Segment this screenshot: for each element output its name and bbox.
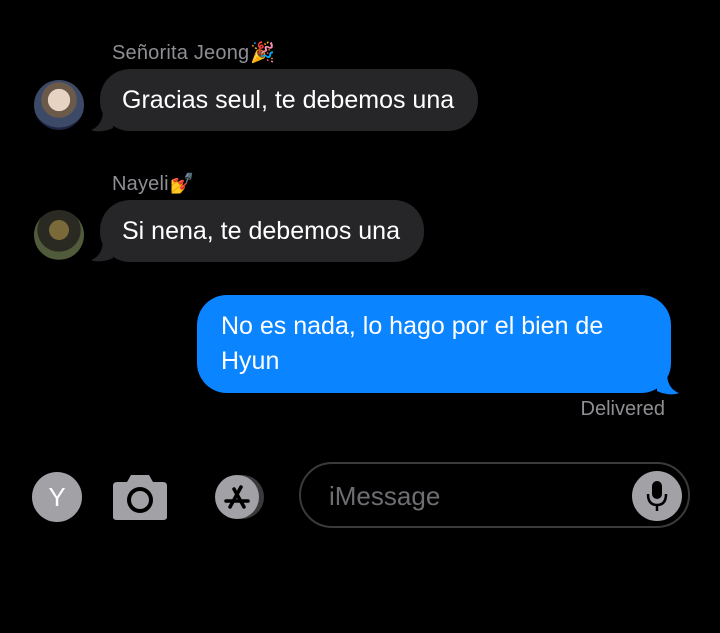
sender-name-text: Señorita Jeong [112, 42, 250, 64]
input-placeholder: iMessage [329, 481, 441, 511]
app-store-icon [215, 475, 264, 519]
messages-screen: Señorita Jeong🎉 Gracias seul, te debemos… [0, 0, 720, 633]
camera-button[interactable] [111, 473, 169, 521]
apps-button-label: Y [48, 481, 66, 512]
message-text: Gracias seul, te debemos una [122, 86, 455, 114]
microphone-button[interactable] [632, 471, 682, 521]
sender-name: Señorita Jeong🎉 [112, 40, 275, 65]
bubble-tail [657, 373, 679, 395]
outgoing-message-bubble[interactable]: No es nada, lo hago por el bien de Hyun [197, 295, 671, 393]
incoming-message-bubble[interactable]: Gracias seul, te debemos una [100, 69, 479, 131]
incoming-message-bubble[interactable]: Si nena, te debemos una [100, 200, 424, 262]
imessage-input[interactable]: iMessage [299, 462, 690, 528]
sender-name-text: Nayeli [112, 173, 169, 195]
apps-button[interactable]: Y [32, 472, 82, 522]
avatar[interactable] [34, 210, 84, 260]
message-text: Si nena, te debemos una [122, 217, 400, 245]
avatar[interactable] [34, 80, 84, 130]
party-emoji: 🎉 [250, 42, 276, 64]
nail-polish-emoji: 💅 [169, 173, 195, 195]
message-text: No es nada, lo hago por el bien de Hyun [221, 312, 604, 375]
app-store-button[interactable] [204, 473, 270, 521]
delivery-status: Delivered [580, 398, 665, 420]
sender-name: Nayeli💅 [112, 171, 195, 196]
microphone-icon [646, 481, 668, 511]
camera-icon [113, 475, 167, 520]
